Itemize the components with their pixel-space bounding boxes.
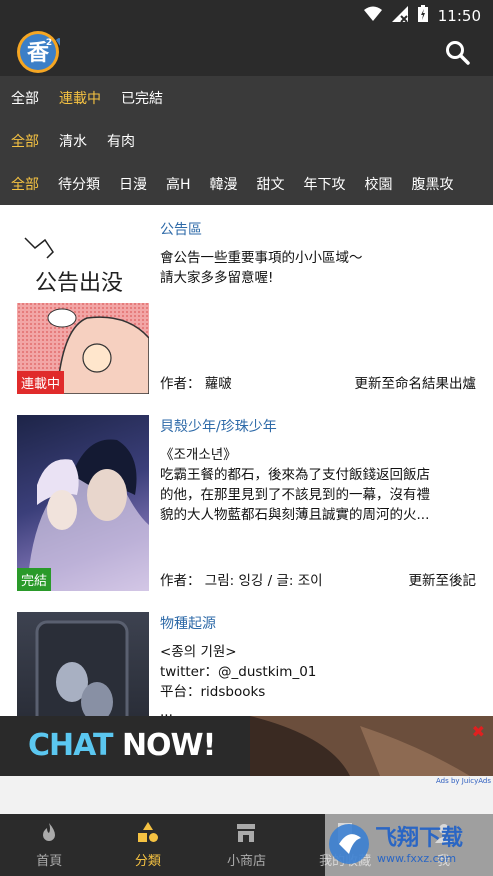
filter-rating-all[interactable]: 全部 — [11, 131, 39, 151]
comic-title[interactable]: 物種起源 — [160, 613, 216, 633]
filter-tag-korean[interactable]: 韓漫 — [210, 174, 238, 194]
desc-line: 吃霸王餐的都石，後來為了支付飯錢返回飯店 — [160, 467, 430, 483]
comic-cover[interactable] — [17, 612, 149, 716]
filter-tag-school[interactable]: 校園 — [365, 174, 393, 194]
comic-description: 《조개소년》 吃霸王餐的都石，後來為了支付飯錢返回飯店 的他，在那里見到了不該見… — [160, 445, 480, 525]
comic-title[interactable]: 公告區 — [160, 219, 202, 239]
close-icon[interactable]: ✖ — [472, 722, 485, 741]
rating-filter-row: 全部 清水 有肉 — [0, 119, 493, 162]
status-filter-row: 全部 連載中 已完結 — [0, 76, 493, 119]
filter-tag-scheming-top[interactable]: 腹黑攻 — [412, 174, 454, 194]
list-item[interactable]: 物種起源 <종의 기원> twitter：@_dustkim_01 平台：rid… — [0, 600, 493, 716]
filter-status-ongoing[interactable]: 連載中 — [59, 88, 101, 108]
filter-tag-high-h[interactable]: 高H — [166, 174, 191, 194]
nav-label: 小商店 — [226, 854, 266, 869]
clock: 11:50 — [437, 6, 481, 25]
filter-rating-adult[interactable]: 有肉 — [107, 131, 135, 151]
app-logo[interactable]: 香 2 — [16, 30, 61, 74]
filter-tag-japanese[interactable]: 日漫 — [119, 174, 147, 194]
comic-cover[interactable]: 公告出没 連載中 — [17, 218, 149, 394]
comic-description: 會公告一些重要事項的小小區域〜 請大家多多留意喔! — [160, 248, 480, 288]
comic-description: <종의 기원> twitter：@_dustkim_01 平台：ridsbook… — [160, 642, 480, 716]
ad-text-a: CHAT — [28, 728, 113, 763]
desc-line: 平台：ridsbooks — [160, 684, 266, 700]
comic-list: 公告出没 連載中 公告區 會公告一些重要事項的小小區域〜 請大家多多留意喔! 作… — [0, 206, 493, 716]
ad-spacer — [0, 776, 493, 814]
bookmark-icon — [338, 823, 353, 843]
ad-caption[interactable]: Ads by JuicyAds — [436, 777, 491, 785]
list-item[interactable]: 公告出没 連載中 公告區 會公告一些重要事項的小小區域〜 請大家多多留意喔! 作… — [0, 206, 493, 396]
comic-cover[interactable]: 完結 — [17, 415, 149, 591]
comic-author: 作者： 蘿啵 — [160, 376, 232, 392]
logo-sup: 2 — [46, 38, 52, 48]
desc-line: 請大家多多留意喔! — [160, 270, 274, 286]
desc-line: 會公告一些重要事項的小小區域〜 — [160, 250, 363, 266]
nav-favorites[interactable]: 我的收藏 — [296, 814, 395, 876]
nav-label: 我 — [437, 854, 451, 869]
store-icon — [237, 824, 256, 842]
bottom-nav: 首頁 分類 小商店 我的收藏 我 — [0, 814, 493, 876]
nav-label: 首頁 — [36, 854, 63, 869]
wifi-icon — [363, 6, 382, 26]
person-icon — [434, 824, 453, 843]
filter-tag-sweet[interactable]: 甜文 — [257, 174, 285, 194]
ad-text-b: NOW! — [121, 728, 216, 763]
filter-tag-younger-top[interactable]: 年下攻 — [304, 174, 346, 194]
filter-rating-clean[interactable]: 清水 — [59, 131, 87, 151]
comic-title[interactable]: 貝殼少年/珍珠少年 — [160, 416, 277, 436]
app-header: 香 2 — [0, 28, 493, 76]
desc-line: <종의 기원> — [160, 644, 237, 660]
ad-text[interactable]: CHAT NOW! — [28, 728, 216, 763]
filter-tag-unsorted[interactable]: 待分類 — [58, 174, 100, 194]
filter-status-finished[interactable]: 已完結 — [121, 88, 163, 108]
nav-label: 分類 — [134, 854, 161, 869]
shapes-icon — [137, 822, 158, 842]
status-badge: 完結 — [17, 568, 52, 591]
signal-icon — [391, 5, 408, 26]
filter-status-all[interactable]: 全部 — [11, 88, 39, 108]
desc-line: twitter：@_dustkim_01 — [160, 664, 317, 680]
list-item[interactable]: 完結 貝殼少年/珍珠少年 《조개소년》 吃霸王餐的都石，後來為了支付飯錢返回飯店… — [0, 403, 493, 593]
status-bar: 11:50 — [0, 0, 493, 28]
nav-home[interactable]: 首頁 — [0, 814, 99, 876]
comic-update: 更新至後記 — [408, 573, 477, 589]
desc-line: 的他，在那里見到了不該見到的一幕，沒有禮 — [160, 487, 430, 503]
nav-store[interactable]: 小商店 — [197, 814, 296, 876]
desc-line: 《조개소년》 — [160, 447, 237, 463]
comic-author: 作者： 그림: 잉깅 / 글: 조이 — [160, 573, 323, 589]
search-icon — [446, 41, 470, 65]
cover-text: 公告出没 — [35, 271, 124, 296]
battery-icon — [417, 5, 428, 26]
nav-me[interactable]: 我 — [394, 814, 493, 876]
search-button[interactable] — [445, 40, 471, 66]
filter-tag-all[interactable]: 全部 — [11, 174, 39, 194]
nav-label: 我的收藏 — [319, 854, 372, 869]
ad-banner[interactable]: CHAT NOW! ✖ — [0, 716, 493, 776]
comic-update: 更新至命名結果出爐 — [354, 376, 477, 392]
flame-icon — [43, 823, 56, 841]
tag-filter-row: 全部 待分類 日漫 高H 韓漫 甜文 年下攻 校園 腹黑攻 — [0, 162, 493, 205]
desc-line: 貌的大人物藍都石與刻薄且誠實的周河的火... — [160, 507, 430, 523]
nav-category[interactable]: 分類 — [99, 814, 198, 876]
status-badge: 連載中 — [17, 371, 65, 394]
desc-line: ... — [160, 704, 173, 716]
